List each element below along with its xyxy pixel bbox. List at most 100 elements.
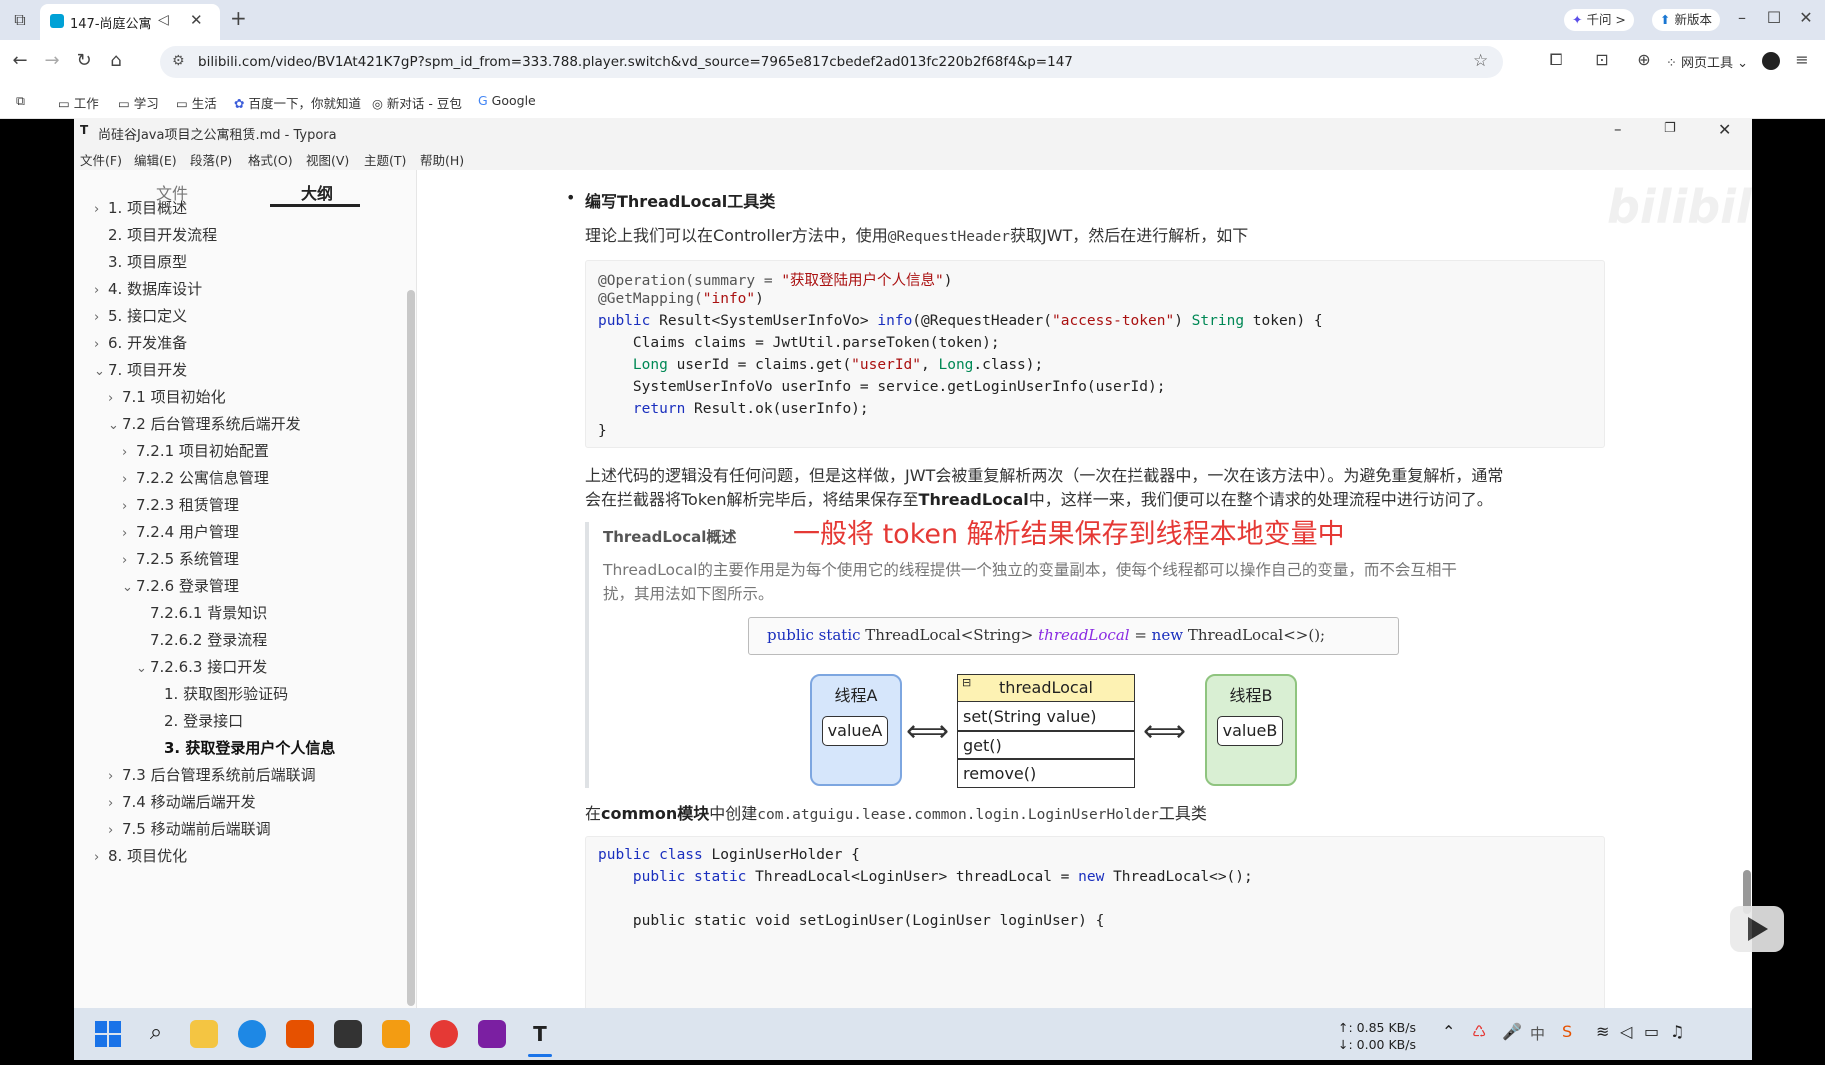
tab-groups-icon[interactable]: ⧉ — [16, 93, 25, 109]
outline-item[interactable]: ⌄ 7. 项目开发 — [94, 359, 187, 380]
bookmark-life[interactable]: ▭ 生活 — [176, 93, 217, 112]
chevron-right-icon[interactable]: › — [108, 391, 122, 406]
menu-paragraph[interactable]: 段落(P) — [190, 150, 232, 169]
chevron-right-icon[interactable]: › — [108, 823, 122, 838]
outline-item[interactable]: › 7.2.5 系统管理 — [122, 548, 239, 569]
search-icon[interactable]: ⌕ — [142, 1020, 170, 1048]
outline-item[interactable]: 1. 获取图形验证码 — [150, 683, 288, 704]
chrome-icon[interactable] — [430, 1020, 458, 1048]
extensions-icon[interactable]: ⧠ — [1544, 50, 1568, 70]
sublime-icon[interactable] — [382, 1020, 410, 1048]
chevron-right-icon[interactable]: › — [94, 283, 108, 298]
url-text[interactable]: bilibili.com/video/BV1At421K7gP?spm_id_f… — [198, 54, 1073, 70]
battery-icon[interactable]: ▭ — [1644, 1022, 1659, 1041]
outline-item[interactable]: › 7.5 移动端前后端联调 — [108, 818, 271, 839]
mute-icon[interactable]: ◁ — [158, 12, 169, 28]
outline-item[interactable]: › 7.2.1 项目初始配置 — [122, 440, 269, 461]
outline-item[interactable]: › 7.1 项目初始化 — [108, 386, 226, 407]
volume-icon[interactable]: ◁ — [1620, 1022, 1632, 1041]
avatar[interactable] — [1762, 52, 1780, 70]
reload-icon[interactable]: ↻ — [72, 50, 96, 71]
new-version-button[interactable]: ⬆ 新版本 — [1652, 9, 1720, 31]
chevron-down-icon[interactable]: ⌄ — [136, 661, 150, 676]
minimize-icon[interactable]: – — [1730, 8, 1754, 27]
typora-close-icon[interactable]: ✕ — [1718, 120, 1731, 139]
windows-start-icon[interactable] — [94, 1020, 122, 1048]
typora-restore-icon[interactable]: ❐ — [1664, 121, 1676, 136]
browser-tab-active[interactable]: 147-尚庭公寓 ◁ ✕ — [40, 4, 220, 40]
outline-item[interactable]: 2. 登录接口 — [150, 710, 243, 731]
outline-item[interactable]: 7.2.6.2 登录流程 — [136, 629, 267, 650]
chevron-right-icon[interactable]: › — [108, 796, 122, 811]
outline-item[interactable]: › 5. 接口定义 — [94, 305, 187, 326]
chevron-down-icon[interactable]: ⌄ — [122, 580, 136, 595]
outline-item[interactable]: 3. 获取登录用户个人信息 — [150, 737, 335, 758]
ime-indicator[interactable]: 中 — [1530, 1023, 1545, 1044]
outline-item[interactable]: › 6. 开发准备 — [94, 332, 187, 353]
tab-search-icon[interactable]: ⧉ — [8, 10, 32, 30]
microphone-icon[interactable]: 🎤 — [1502, 1022, 1522, 1041]
outline-item[interactable]: 7.2.6.1 背景知识 — [136, 602, 267, 623]
bookmark-google[interactable]: G Google — [478, 93, 536, 108]
sidebar-scrollbar[interactable] — [407, 290, 415, 1006]
qianwen-button[interactable]: ✦ 千问 > — [1564, 9, 1634, 31]
chevron-right-icon[interactable]: › — [94, 202, 108, 217]
wifi-icon[interactable]: ≋ — [1596, 1022, 1609, 1041]
tab-outline[interactable]: 大纲 — [301, 180, 333, 204]
app-orange-icon[interactable] — [286, 1020, 314, 1048]
bookmark-baidu[interactable]: ✿ 百度一下，你就知道 — [234, 93, 361, 112]
maximize-icon[interactable]: ☐ — [1762, 8, 1786, 27]
web-tools-menu[interactable]: ⁘ 网页工具 ⌄ — [1666, 52, 1748, 71]
chevron-right-icon[interactable]: › — [122, 499, 136, 514]
chevron-right-icon[interactable]: › — [94, 850, 108, 865]
address-bar[interactable]: ⚙ bilibili.com/video/BV1At421K7gP?spm_id… — [160, 46, 1503, 78]
code-block-1[interactable]: @Operation(summary = "获取登陆用户个人信息") @GetM… — [585, 260, 1605, 448]
outline-item[interactable]: › 7.2.2 公寓信息管理 — [122, 467, 269, 488]
video-play-button[interactable] — [1730, 906, 1784, 952]
menu-help[interactable]: 帮助(H) — [420, 150, 464, 169]
chevron-down-icon[interactable]: ⌄ — [108, 418, 122, 433]
new-tab-icon[interactable]: + — [230, 6, 247, 30]
outline-item[interactable]: 2. 项目开发流程 — [94, 224, 217, 245]
chevron-right-icon[interactable]: › — [122, 445, 136, 460]
chevron-right-icon[interactable]: › — [122, 472, 136, 487]
menu-format[interactable]: 格式(O) — [248, 150, 293, 169]
outline-item[interactable]: › 1. 项目概述 — [94, 197, 187, 218]
terminal-icon[interactable] — [334, 1020, 362, 1048]
outline-item[interactable]: › 8. 项目优化 — [94, 845, 187, 866]
code-block-2[interactable]: public class LoginUserHolder { public st… — [585, 836, 1605, 1008]
menu-edit[interactable]: 编辑(E) — [134, 150, 177, 169]
back-icon[interactable]: ← — [8, 50, 32, 71]
notification-bell-icon[interactable]: ♫ — [1670, 1022, 1684, 1041]
screenshot-icon[interactable]: ⊡ — [1590, 50, 1614, 69]
close-tab-icon[interactable]: ✕ — [190, 11, 203, 29]
chevron-right-icon[interactable]: › — [122, 526, 136, 541]
home-icon[interactable]: ⌂ — [104, 50, 128, 71]
chevron-right-icon[interactable]: › — [108, 769, 122, 784]
menu-theme[interactable]: 主题(T) — [364, 150, 406, 169]
outline-item[interactable]: › 7.2.4 用户管理 — [122, 521, 239, 542]
chevron-right-icon[interactable]: › — [122, 553, 136, 568]
bookmark-work[interactable]: ▭ 工作 — [58, 93, 99, 112]
menu-view[interactable]: 视图(V) — [306, 150, 349, 169]
outline-item[interactable]: ⌄ 7.2 后台管理系统后端开发 — [108, 413, 301, 434]
bookmark-doubao[interactable]: ◎ 新对话 - 豆包 — [372, 93, 462, 112]
outline-item[interactable]: 3. 项目原型 — [94, 251, 187, 272]
typora-minimize-icon[interactable]: – — [1614, 120, 1622, 138]
close-window-icon[interactable]: ✕ — [1794, 8, 1818, 27]
outline-item[interactable]: › 7.3 后台管理系统前后端联调 — [108, 764, 316, 785]
typora-taskbar-icon[interactable]: T — [526, 1020, 554, 1048]
bookmark-star-icon[interactable]: ☆ — [1473, 51, 1488, 71]
forward-icon[interactable]: → — [40, 50, 64, 71]
menu-file[interactable]: 文件(F) — [80, 150, 122, 169]
tray-s-icon[interactable]: S — [1562, 1022, 1572, 1041]
outline-item[interactable]: › 4. 数据库设计 — [94, 278, 202, 299]
tray-chevron-up-icon[interactable]: ⌃ — [1442, 1022, 1455, 1041]
bookmark-study[interactable]: ▭ 学习 — [118, 93, 159, 112]
outline-item[interactable]: › 7.4 移动端后端开发 — [108, 791, 256, 812]
chevron-right-icon[interactable]: › — [94, 337, 108, 352]
site-info-icon[interactable]: ⚙ — [172, 53, 185, 69]
outline-item[interactable]: ⌄ 7.2.6.3 接口开发 — [136, 656, 267, 677]
more-menu-icon[interactable]: ≡ — [1790, 50, 1814, 69]
outline-item[interactable]: ⌄ 7.2.6 登录管理 — [122, 575, 239, 596]
